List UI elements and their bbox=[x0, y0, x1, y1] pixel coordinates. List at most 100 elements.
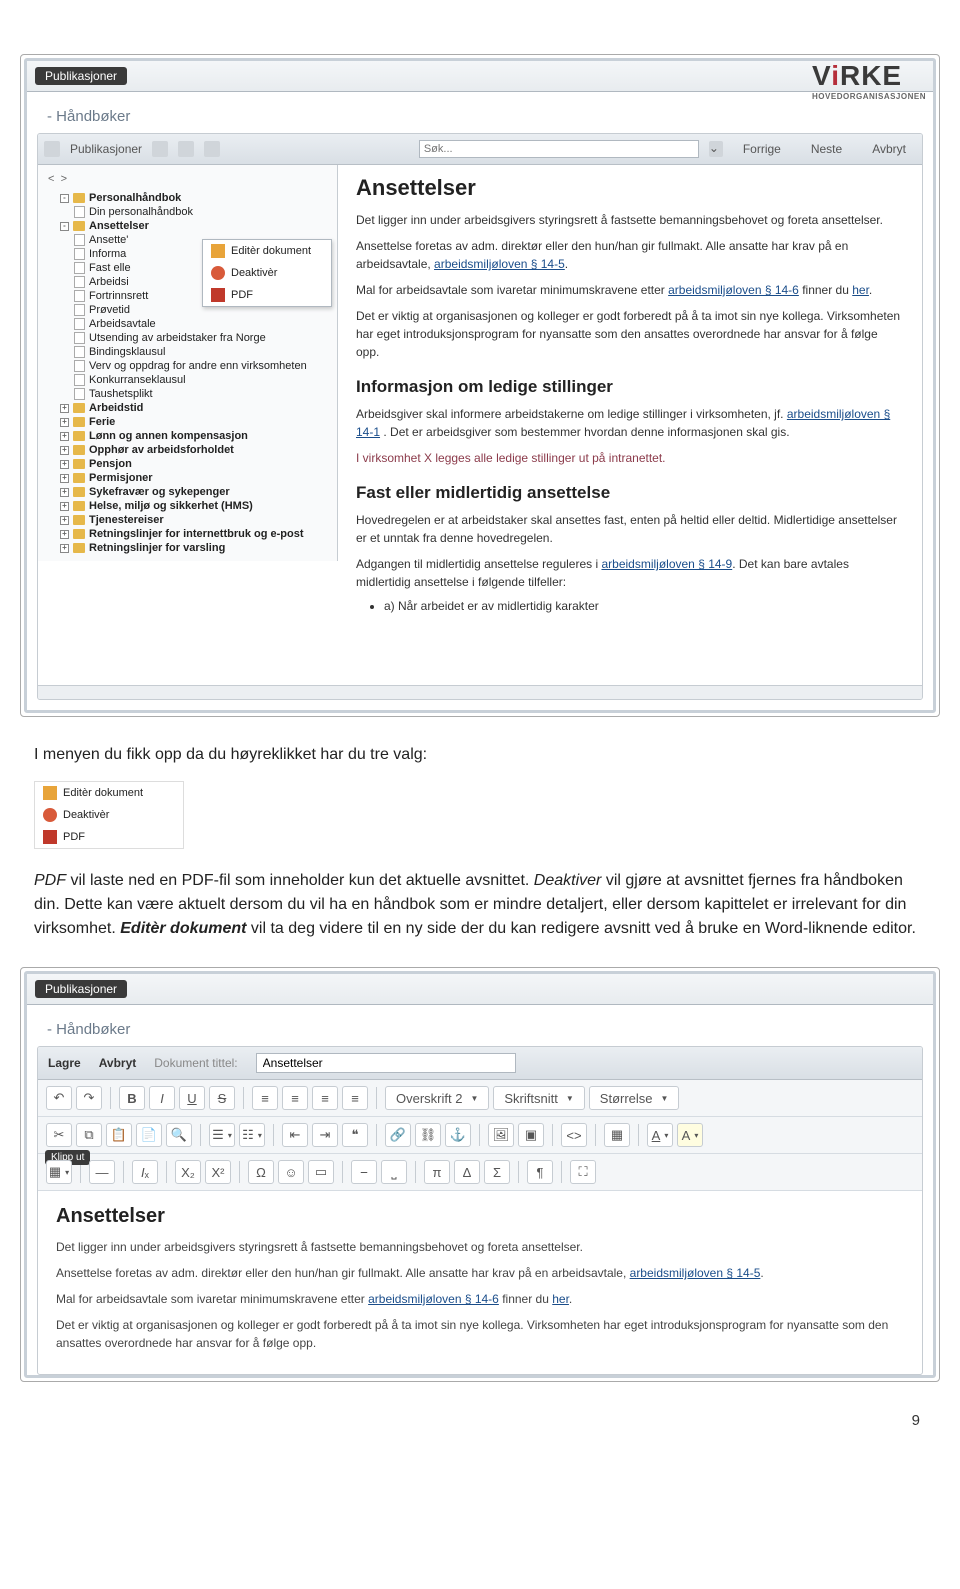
dropdown-icon[interactable]: ⌄ bbox=[709, 141, 723, 157]
tree-item[interactable]: +Opphør av arbeidsforholdet bbox=[42, 443, 333, 457]
tab-publikasjoner[interactable]: Publikasjoner bbox=[35, 980, 127, 998]
tab-publikasjoner[interactable]: Publikasjoner bbox=[35, 67, 127, 85]
expand-icon[interactable]: - bbox=[60, 222, 69, 231]
link-button[interactable]: 🔗 bbox=[385, 1123, 411, 1147]
text-color-button[interactable]: A▾ bbox=[647, 1123, 673, 1147]
tree-item[interactable]: Konkurranseklausul bbox=[42, 373, 333, 387]
expand-icon[interactable]: + bbox=[60, 544, 69, 553]
tree-item[interactable]: +Lønn og annen kompensasjon bbox=[42, 429, 333, 443]
gear-icon[interactable] bbox=[152, 141, 168, 157]
expand-icon[interactable]: + bbox=[60, 488, 69, 497]
tree-item[interactable]: -Ansettelser bbox=[42, 219, 333, 233]
tree-item[interactable]: +Retningslinjer for varsling bbox=[42, 541, 333, 555]
tree-item[interactable]: +Ferie bbox=[42, 415, 333, 429]
nav-back[interactable]: < bbox=[48, 173, 54, 185]
expand-icon[interactable]: + bbox=[60, 404, 69, 413]
emoji-button[interactable]: ☺ bbox=[278, 1160, 304, 1184]
redo-button[interactable]: ↷ bbox=[76, 1086, 102, 1110]
law-link[interactable]: arbeidsmiljøloven § 14-6 bbox=[368, 1292, 499, 1306]
here-link[interactable]: her bbox=[852, 283, 869, 297]
tree-item[interactable]: -Personalhåndbok bbox=[42, 191, 333, 205]
align-center-button[interactable]: ≡ bbox=[282, 1086, 308, 1110]
ul-button[interactable]: ☰▾ bbox=[209, 1123, 235, 1147]
fullscreen-button[interactable]: ⛶ bbox=[570, 1160, 596, 1184]
tree-item[interactable]: +Pensjon bbox=[42, 457, 333, 471]
unlink-button[interactable]: ⛓ bbox=[415, 1123, 441, 1147]
ctx-pdf[interactable]: PDF bbox=[203, 284, 331, 306]
align-left-button[interactable]: ≡ bbox=[252, 1086, 278, 1110]
cut-button[interactable]: ✂Klipp ut bbox=[46, 1123, 72, 1147]
media-button[interactable]: ▣ bbox=[518, 1123, 544, 1147]
doc-title-input[interactable] bbox=[256, 1053, 516, 1073]
clear-format-button[interactable]: Iₓ bbox=[132, 1160, 158, 1184]
copy-button[interactable]: ⧉ bbox=[76, 1123, 102, 1147]
delta-button[interactable]: ∆ bbox=[454, 1160, 480, 1184]
subscript-button[interactable]: X₂ bbox=[175, 1160, 201, 1184]
prev-button[interactable]: Forrige bbox=[733, 138, 791, 160]
pi-button[interactable]: π bbox=[424, 1160, 450, 1184]
nav-tree[interactable]: < > -PersonalhåndbokDin personalhåndbok-… bbox=[38, 165, 338, 561]
nav-fwd[interactable]: > bbox=[61, 173, 67, 185]
tree-item[interactable]: +Permisjoner bbox=[42, 471, 333, 485]
expand-icon[interactable]: + bbox=[60, 530, 69, 539]
expand-icon[interactable]: + bbox=[60, 474, 69, 483]
align-right-button[interactable]: ≡ bbox=[312, 1086, 338, 1110]
bg-color-button[interactable]: A▾ bbox=[677, 1123, 703, 1147]
search-input[interactable] bbox=[419, 140, 699, 158]
pilcrow-button[interactable]: ¶ bbox=[527, 1160, 553, 1184]
tree-item[interactable]: Din personalhåndbok bbox=[42, 205, 333, 219]
iframe-button[interactable]: ▭ bbox=[308, 1160, 334, 1184]
law-link[interactable]: arbeidsmiljøloven § 14-5 bbox=[434, 257, 565, 271]
tree-item[interactable]: +Retningslinjer for internettbruk og e-p… bbox=[42, 527, 333, 541]
section-handboker[interactable]: - Håndbøker bbox=[27, 1005, 933, 1046]
paste-button[interactable]: 📋 bbox=[106, 1123, 132, 1147]
law-link[interactable]: arbeidsmiljøloven § 14-9 bbox=[601, 557, 732, 571]
tree-item[interactable]: +Arbeidstid bbox=[42, 401, 333, 415]
expand-icon[interactable]: + bbox=[60, 502, 69, 511]
law-link[interactable]: arbeidsmiljøloven § 14-6 bbox=[668, 283, 799, 297]
tree-item[interactable]: Utsending av arbeidstaker fra Norge bbox=[42, 331, 333, 345]
expand-icon[interactable]: - bbox=[60, 194, 69, 203]
quote-button[interactable]: ❝ bbox=[342, 1123, 368, 1147]
hr-button[interactable]: — bbox=[89, 1160, 115, 1184]
tree-item[interactable]: Taushetsplikt bbox=[42, 387, 333, 401]
ctx-deactivate[interactable]: Deaktivèr bbox=[203, 262, 331, 284]
nbsp-button[interactable]: ⎵ bbox=[381, 1160, 407, 1184]
toc-icon[interactable] bbox=[44, 141, 60, 157]
next-button[interactable]: Neste bbox=[801, 138, 852, 160]
expand-icon[interactable]: + bbox=[60, 432, 69, 441]
indent-button[interactable]: ⇥ bbox=[312, 1123, 338, 1147]
tree-item[interactable]: Bindingsklausul bbox=[42, 345, 333, 359]
here-link[interactable]: her bbox=[552, 1292, 569, 1306]
find-button[interactable]: 🔍 bbox=[166, 1123, 192, 1147]
expand-icon[interactable]: + bbox=[60, 418, 69, 427]
tree-item[interactable]: Arbeidsavtale bbox=[42, 317, 333, 331]
expand-icon[interactable]: + bbox=[60, 516, 69, 525]
tree-item[interactable]: +Tjenestereiser bbox=[42, 513, 333, 527]
horizontal-scrollbar[interactable] bbox=[38, 685, 922, 699]
strike-button[interactable]: S bbox=[209, 1086, 235, 1110]
outdent-button[interactable]: ⇤ bbox=[282, 1123, 308, 1147]
section-handboker[interactable]: - Håndbøker bbox=[27, 92, 933, 133]
paste-text-button[interactable]: 📄 bbox=[136, 1123, 162, 1147]
image-button[interactable]: 🖼 bbox=[488, 1123, 514, 1147]
align-justify-button[interactable]: ≡ bbox=[342, 1086, 368, 1110]
underline-button[interactable]: U bbox=[179, 1086, 205, 1110]
italic-button[interactable]: I bbox=[149, 1086, 175, 1110]
tree-item[interactable]: Verv og oppdrag for andre enn virksomhet… bbox=[42, 359, 333, 373]
pdf-icon[interactable] bbox=[178, 141, 194, 157]
omega-button[interactable]: Ω bbox=[248, 1160, 274, 1184]
editor-content[interactable]: Ansettelser Det ligger inn under arbeids… bbox=[38, 1191, 922, 1374]
tree-item[interactable]: +Helse, miljø og sikkerhet (HMS) bbox=[42, 499, 333, 513]
tree-item[interactable]: +Sykefravær og sykepenger bbox=[42, 485, 333, 499]
law-link[interactable]: arbeidsmiljøloven § 14-5 bbox=[630, 1266, 761, 1280]
style-dropdown[interactable]: Overskrift 2▼ bbox=[385, 1086, 489, 1110]
size-dropdown[interactable]: Størrelse▼ bbox=[589, 1086, 680, 1110]
cancel-button[interactable]: Avbryt bbox=[862, 138, 916, 160]
sigma-button[interactable]: Σ bbox=[484, 1160, 510, 1184]
save-button[interactable]: Lagre bbox=[48, 1056, 81, 1070]
expand-icon[interactable]: + bbox=[60, 446, 69, 455]
anchor-button[interactable]: ⚓ bbox=[445, 1123, 471, 1147]
table-button[interactable]: ▦▾ bbox=[46, 1160, 72, 1184]
word-icon[interactable] bbox=[204, 141, 220, 157]
